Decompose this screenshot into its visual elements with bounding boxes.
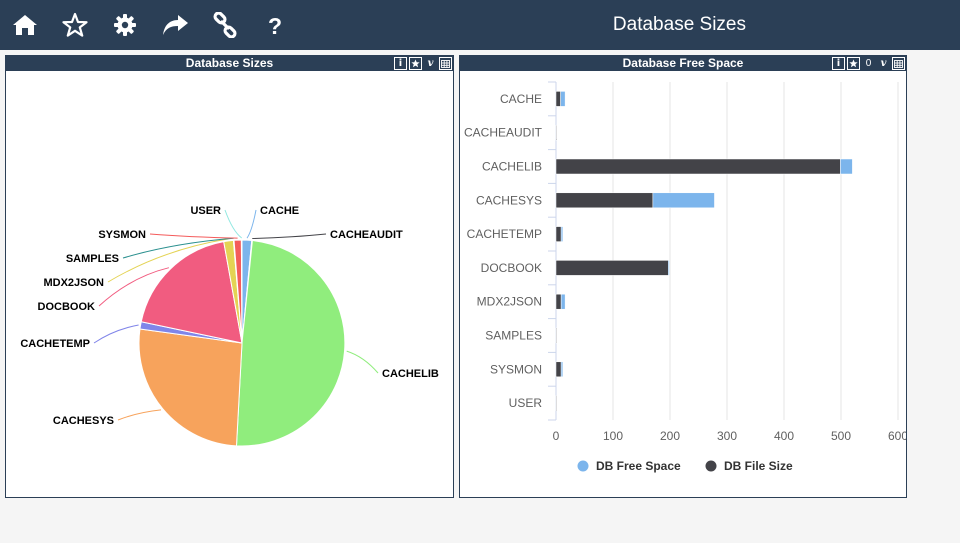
- bar-free-space-cachesys[interactable]: [652, 192, 715, 209]
- table-view-icon[interactable]: [892, 57, 905, 70]
- y-tick-label-cachetemp: CACHETEMP: [467, 227, 542, 241]
- y-tick-label-cachesys: CACHESYS: [476, 193, 542, 207]
- top-toolbar: ? Database Sizes: [0, 0, 960, 50]
- pie-slice-cachelib[interactable]: [235, 239, 346, 447]
- x-tick-label: 300: [717, 429, 737, 443]
- count-badge[interactable]: 0: [862, 57, 875, 70]
- app-title: Database Sizes: [612, 14, 746, 35]
- database-sizes-panel: Database Sizes i v CACHE CACHEAUDIT CACHEL…: [5, 55, 454, 498]
- legend-item-db-free-space[interactable]: DB Free Space: [596, 459, 681, 473]
- bar-file-size-cachelib[interactable]: [555, 158, 841, 175]
- y-tick-label-docbook: DOCBOOK: [481, 261, 542, 275]
- pie-label-user: USER: [190, 205, 221, 217]
- favorite-icon[interactable]: [847, 57, 860, 70]
- bar-free-space-mdx2json[interactable]: [560, 293, 566, 310]
- pie-label-mdx2json: MDX2JSON: [43, 277, 104, 289]
- pie-connector-cache: [246, 209, 257, 239]
- panel-buttons: i 0 v: [832, 57, 905, 70]
- legend-marker-db-free-space[interactable]: [577, 460, 589, 472]
- panel-buttons: i v: [394, 57, 452, 70]
- database-sizes-pie-chart: CACHE CACHEAUDIT CACHELIB CACHESYS CACHETEMP…: [20, 205, 439, 447]
- x-tick-label: 0: [553, 429, 560, 443]
- link-icon[interactable]: [211, 11, 239, 39]
- y-tick-label-sysmon: SYSMON: [490, 362, 542, 376]
- panel-header: Database Sizes i v: [6, 56, 453, 71]
- home-icon[interactable]: [11, 11, 39, 39]
- pie-connector-sysmon: [149, 233, 238, 239]
- bar-file-size-sysmon[interactable]: [555, 361, 562, 378]
- info-icon[interactable]: i: [832, 57, 845, 70]
- bar-free-space-sysmon[interactable]: [560, 361, 564, 378]
- y-tick-label-cachelib: CACHELIB: [482, 160, 542, 174]
- pie-label-sysmon: SYSMON: [98, 229, 146, 241]
- pie-label-cache: CACHE: [260, 205, 299, 217]
- panel-title: Database Sizes: [185, 56, 274, 70]
- bar-file-size-cache[interactable]: [555, 91, 561, 107]
- y-tick-label-cacheaudit: CACHEAUDIT: [464, 126, 543, 140]
- pie-connector-user: [224, 209, 243, 239]
- help-icon[interactable]: ?: [261, 11, 289, 39]
- x-tick-label: 200: [660, 429, 680, 443]
- bar-file-size-samples[interactable]: [555, 327, 557, 344]
- y-tick-label-samples: SAMPLES: [485, 329, 542, 343]
- pie-label-cacheaudit: CACHEAUDIT: [330, 229, 403, 241]
- pie-label-cachetemp: CACHETEMP: [20, 338, 90, 350]
- panel-header: Database Free Space i 0 v: [460, 56, 906, 71]
- chevron-down-icon[interactable]: v: [424, 57, 437, 70]
- bar-file-size-user[interactable]: [555, 395, 557, 411]
- bar-free-space-cache[interactable]: [560, 91, 566, 107]
- share-icon[interactable]: [161, 11, 189, 39]
- bar-free-space-cachetemp[interactable]: [560, 226, 564, 242]
- legend-marker-db-file-size[interactable]: [705, 460, 717, 472]
- pie-slice-cachesys[interactable]: [138, 328, 243, 447]
- favorite-icon[interactable]: [409, 57, 422, 70]
- bar-free-space-docbook[interactable]: [668, 260, 670, 276]
- pie-label-docbook: DOCBOOK: [38, 301, 96, 313]
- x-tick-label: 500: [831, 429, 851, 443]
- database-free-space-panel: Database Free Space i 0 v 0 100 200 300 400 5…: [459, 55, 907, 498]
- pie-connector-cachesys: [117, 409, 162, 421]
- bar-file-size-cachesys[interactable]: [555, 192, 654, 209]
- star-icon[interactable]: [61, 11, 89, 39]
- x-tick-label: 600: [888, 429, 906, 443]
- database-free-space-bar-chart: 0 100 200 300 400 500 600 CACHE CACHEAUDIT CACHEL…: [464, 81, 906, 473]
- pie-connector-cachetemp: [93, 324, 139, 344]
- svg-text:?: ?: [268, 13, 282, 38]
- pie-connector-cachelib: [346, 350, 379, 374]
- bar-file-size-cachetemp[interactable]: [555, 226, 562, 242]
- bar-free-space-cachelib[interactable]: [840, 158, 853, 175]
- pie-label-cachesys: CACHESYS: [53, 415, 114, 427]
- y-tick-label-cache: CACHE: [500, 92, 542, 106]
- pie-label-cachelib: CACHELIB: [382, 368, 439, 380]
- x-tick-label: 100: [603, 429, 623, 443]
- bar-file-size-docbook[interactable]: [555, 260, 669, 276]
- chevron-down-icon[interactable]: v: [877, 57, 890, 70]
- bar-file-size-cacheaudit[interactable]: [555, 124, 557, 141]
- y-tick-label-user: USER: [509, 396, 543, 410]
- pie-connector-cacheaudit: [252, 233, 327, 239]
- table-view-icon[interactable]: [439, 57, 452, 70]
- y-tick-label-mdx2json: MDX2JSON: [477, 295, 542, 309]
- info-icon[interactable]: i: [394, 57, 407, 70]
- gear-icon[interactable]: [111, 11, 139, 39]
- legend-item-db-file-size[interactable]: DB File Size: [724, 459, 793, 473]
- pie-label-samples: SAMPLES: [66, 253, 119, 265]
- x-tick-label: 400: [774, 429, 794, 443]
- pie-slice-user[interactable]: [240, 239, 243, 344]
- bar-file-size-mdx2json[interactable]: [555, 293, 562, 310]
